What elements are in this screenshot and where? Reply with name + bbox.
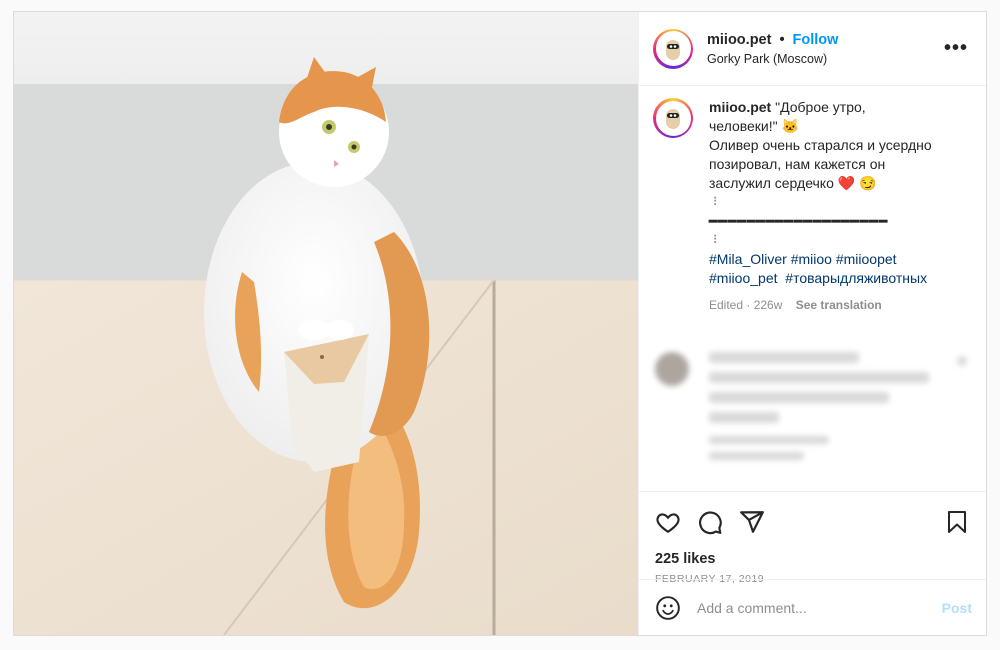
comment-icon[interactable]	[695, 507, 725, 537]
emoji-icon[interactable]	[655, 595, 681, 621]
hashtag-link[interactable]: #miioo_pet	[709, 270, 778, 286]
cat-photo-illustration	[14, 12, 638, 635]
bookmark-icon[interactable]	[942, 507, 972, 537]
post-comment-button[interactable]: Post	[942, 600, 972, 616]
caption: miioo.pet "Доброе утро, человеки!" 🐱 Оли…	[653, 98, 972, 315]
brand-logo-icon	[666, 109, 680, 129]
caption-line: позировал, нам кажется он	[709, 156, 886, 172]
post-photo[interactable]	[14, 12, 638, 635]
hashtag-link[interactable]: #miioo	[791, 251, 832, 267]
brand-logo-icon	[666, 39, 680, 60]
follow-button[interactable]: Follow	[793, 32, 839, 48]
action-bar	[639, 491, 986, 551]
caption-avatar[interactable]	[653, 98, 693, 138]
caption-dots: ⠸	[709, 195, 718, 209]
hashtag-link[interactable]: #miioopet	[836, 251, 897, 267]
username-link[interactable]: miioo.pet	[707, 32, 771, 48]
caption-line: человеки!" 🐱	[709, 118, 799, 134]
hashtag-link[interactable]: #Mila_Oliver	[709, 251, 787, 267]
post-age: 226w	[753, 298, 783, 312]
hashtag-link[interactable]: #товарыдляживотных	[785, 270, 927, 286]
more-icon[interactable]: •••	[944, 37, 968, 60]
separator-dot: •	[779, 31, 785, 48]
caption-meta: Edited · 226w See translation	[709, 298, 882, 312]
caption-line: заслужил сердечко ❤️ 😏	[709, 175, 877, 191]
post-header: miioo.pet • Follow Gorky Park (Moscow) •…	[639, 12, 986, 86]
post-dialog: miioo.pet • Follow Gorky Park (Moscow) •…	[13, 11, 987, 636]
hashtags: #Mila_Oliver #miioo #miioopet	[709, 250, 932, 269]
caption-username[interactable]: miioo.pet	[709, 99, 771, 115]
comment-input[interactable]	[697, 599, 942, 616]
caption-line: "Доброе утро,	[775, 99, 866, 115]
heart-icon[interactable]	[653, 507, 683, 537]
hashtags: #miioo_pet #товарыдляживотных	[709, 269, 932, 288]
likes-count[interactable]: 225 likes	[639, 551, 986, 567]
post-sidebar: miioo.pet • Follow Gorky Park (Moscow) •…	[638, 12, 986, 635]
caption-line: Оливер очень старался и усердно	[709, 137, 932, 153]
edited-label: Edited	[709, 298, 744, 312]
avatar[interactable]	[653, 28, 693, 69]
share-icon[interactable]	[737, 507, 767, 537]
location-link[interactable]: Gorky Park (Moscow)	[707, 52, 944, 66]
comment-box: Post	[639, 579, 986, 635]
caption-text: miioo.pet "Доброе утро, человеки!" 🐱 Оли…	[709, 98, 932, 315]
see-translation-button[interactable]: See translation	[796, 298, 882, 312]
caption-dots: ⠸	[709, 233, 718, 247]
caption-area: miioo.pet "Доброе утро, человеки!" 🐱 Оли…	[639, 86, 986, 491]
caption-separator: ━━━━━━━━━━━━━━━━━━━	[709, 213, 889, 229]
